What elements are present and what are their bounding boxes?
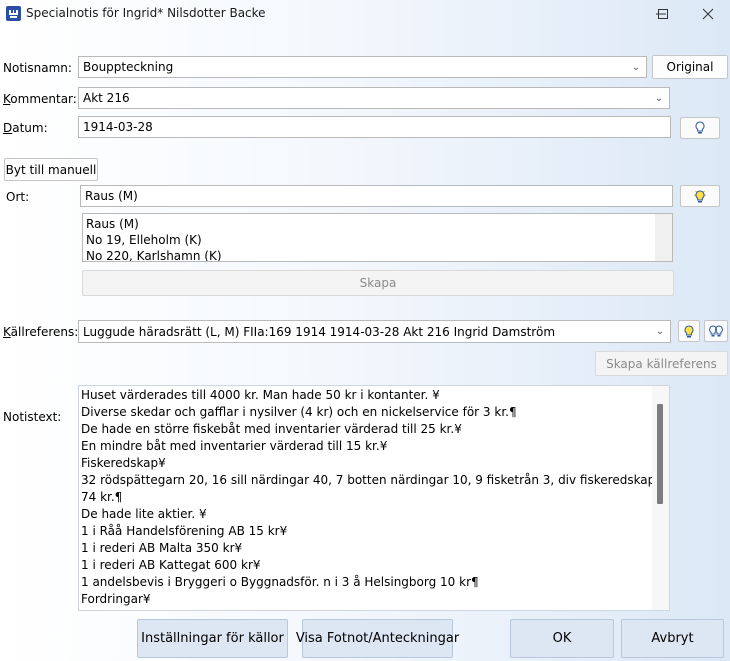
- notistext-line: 1 i rederi AB Kattegat 600 kr¥: [81, 558, 261, 572]
- datum-label: Datum:: [3, 121, 48, 135]
- notisnamn-value: Bouppteckning: [83, 60, 174, 74]
- close-icon: [702, 8, 714, 20]
- datum-lightbulb-button[interactable]: [680, 117, 720, 139]
- notistext-textarea[interactable]: Huset värderades till 4000 kr. Man hade …: [78, 385, 670, 611]
- notistext-line: Fordringar¥: [81, 592, 151, 606]
- notistext-line: De hade en större fiskebåt med inventari…: [81, 422, 462, 436]
- maximize-button[interactable]: [640, 0, 686, 28]
- window-title: Specialnotis för Ingrid* Nilsdotter Back…: [26, 6, 266, 20]
- notistext-scrollbar[interactable]: [652, 386, 669, 610]
- notistext-line: Huset värderades till 4000 kr. Man hade …: [81, 388, 440, 402]
- maximize-icon: [658, 9, 668, 19]
- kallreferens-label: Källreferens:: [3, 325, 79, 339]
- scrollbar-thumb[interactable]: [657, 404, 663, 504]
- ort-lightbulb-button[interactable]: [680, 185, 720, 207]
- list-item[interactable]: No 220, Karlshamn (K): [83, 248, 672, 261]
- original-button[interactable]: Original: [652, 55, 728, 79]
- title-bar: Specialnotis för Ingrid* Nilsdotter Back…: [0, 0, 730, 28]
- skapa-kallreferens-button[interactable]: Skapa källreferens: [595, 351, 728, 376]
- notistext-label: Notistext:: [3, 410, 62, 424]
- ort-label: Ort:: [6, 190, 30, 204]
- chevron-down-icon: ⌄: [655, 326, 665, 337]
- lightbulb-icon: [695, 121, 705, 134]
- app-icon: [6, 6, 21, 21]
- notistext-line: 1 i rederi AB Malta 350 kr¥: [81, 541, 243, 555]
- lightbulb-on-icon: [694, 190, 706, 203]
- notisnamn-combobox[interactable]: Bouppteckning ⌄: [78, 56, 647, 78]
- notistext-line: Fiskeredskap¥: [81, 456, 166, 470]
- notistext-line: En mindre båt med inventarier värderad t…: [81, 439, 388, 453]
- list-item[interactable]: Raus (M): [83, 216, 672, 232]
- kallreferens-combobox[interactable]: Luggude häradsrätt (L, M) FIIa:169 1914 …: [78, 320, 671, 343]
- double-lightbulb-icon: [709, 325, 723, 337]
- kommentar-label: Kommentar:: [3, 92, 77, 106]
- list-item[interactable]: No 19, Elleholm (K): [83, 232, 672, 248]
- installningar-for-kallor-button[interactable]: Inställningar för källor: [137, 619, 288, 658]
- notisnamn-label: Notisnamn:: [3, 61, 72, 75]
- list-scrollbar[interactable]: [655, 214, 672, 261]
- ok-button[interactable]: OK: [510, 619, 614, 658]
- close-button[interactable]: [686, 0, 730, 28]
- visa-fotnot-anteckningar-button[interactable]: Visa Fotnot/Anteckningar: [296, 619, 459, 658]
- notistext-line: De hade lite aktier. ¥: [81, 507, 207, 521]
- byt-till-manuell-button[interactable]: Byt till manuell: [4, 158, 98, 181]
- kommentar-combobox[interactable]: Akt 216 ⌄: [78, 87, 670, 109]
- lightbulb-on-icon: [684, 325, 694, 338]
- notistext-line: Diverse skedar och gafflar i nysilver (4…: [81, 405, 517, 419]
- kallreferens-double-lightbulb-button[interactable]: [704, 320, 728, 342]
- kallreferens-lightbulb-button[interactable]: [678, 320, 700, 342]
- notistext-line: 1 andelsbevis i Bryggeri o Byggnadsför. …: [81, 575, 479, 589]
- chevron-down-icon: ⌄: [654, 92, 664, 104]
- kallreferens-value: Luggude häradsrätt (L, M) FIIa:169 1914 …: [83, 324, 556, 339]
- notistext-line: 74 kr.¶: [81, 490, 123, 504]
- avbryt-button[interactable]: Avbryt: [621, 619, 724, 658]
- skapa-button[interactable]: Skapa: [82, 270, 674, 296]
- notistext-line: 1 i Råå Handelsförening AB 15 kr¥: [81, 524, 288, 538]
- datum-input[interactable]: 1914-03-28: [78, 116, 671, 138]
- kommentar-value: Akt 216: [83, 91, 130, 105]
- chevron-down-icon: ⌄: [631, 61, 641, 73]
- ort-input[interactable]: Raus (M): [80, 185, 673, 207]
- ort-suggestion-list[interactable]: Raus (M) No 19, Elleholm (K) No 220, Kar…: [82, 213, 673, 262]
- notistext-line: 32 rödspättegarn 20, 16 sill närdingar 4…: [81, 473, 670, 487]
